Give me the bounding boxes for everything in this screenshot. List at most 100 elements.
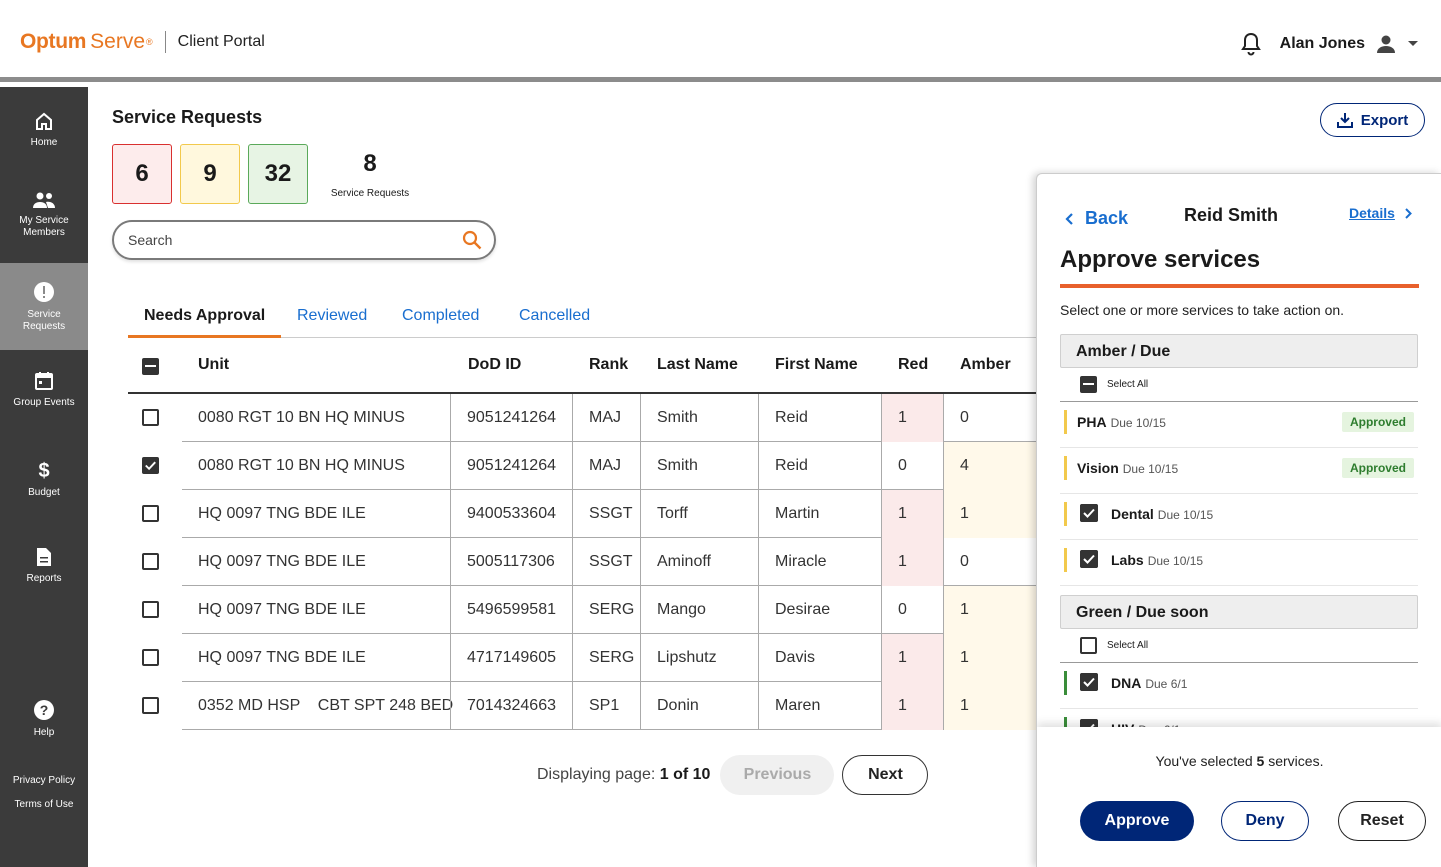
back-link[interactable]: Back — [1065, 208, 1128, 229]
col-unit[interactable]: Unit — [198, 356, 229, 374]
sidebar-item-label: My Service Members — [19, 215, 69, 238]
service-item-dna[interactable]: DNA Due 6/1 — [1060, 663, 1418, 709]
col-last-name[interactable]: Last Name — [657, 356, 738, 374]
details-label: Details — [1349, 205, 1395, 221]
terms-of-use-link[interactable]: Terms of Use — [0, 799, 88, 810]
select-all-amber[interactable]: Select All — [1060, 374, 1418, 402]
sidebar-item-group-events[interactable]: Group Events — [0, 371, 88, 419]
table-row[interactable]: HQ 0097 TNG BDE ILE 5005117306 SSGT Aminoff… — [182, 538, 1038, 586]
select-all-green[interactable]: Select All — [1060, 635, 1418, 663]
select-all-green-checkbox[interactable] — [1080, 637, 1097, 654]
table-row[interactable]: HQ 0097 TNG BDE ILE 5496599581 SERG Mango De… — [182, 586, 1038, 634]
page-title: Service Requests — [112, 107, 263, 127]
green-count-card[interactable]: 32 — [248, 144, 308, 204]
service-item-dental[interactable]: Dental Due 10/15 — [1060, 494, 1418, 540]
cell-unit: HQ 0097 TNG BDE ILE — [198, 649, 366, 666]
dental-checkbox[interactable] — [1080, 504, 1098, 522]
next-button[interactable]: Next — [842, 755, 929, 795]
red-count-card[interactable]: 6 — [112, 144, 172, 204]
approved-badge: Approved — [1341, 458, 1414, 478]
search-input[interactable] — [128, 232, 462, 248]
col-rank[interactable]: Rank — [589, 356, 628, 374]
row-checkbox[interactable] — [142, 409, 159, 426]
export-button[interactable]: Export — [1320, 103, 1425, 137]
total-requests-label: Service Requests — [330, 188, 410, 199]
table-row[interactable]: HQ 0097 TNG BDE ILE 9400533604 SSGT Torff Ma… — [182, 490, 1038, 538]
sidebar-item-reports[interactable]: Reports — [0, 547, 88, 595]
cell-first: Maren — [758, 682, 881, 730]
cell-unit: HQ 0097 TNG BDE ILE — [198, 505, 366, 522]
approved-badge: Approved — [1341, 412, 1414, 432]
deny-button[interactable]: Deny — [1221, 801, 1309, 841]
select-all-checkbox[interactable] — [142, 358, 159, 375]
cell-last: Smith — [640, 442, 758, 490]
labs-checkbox[interactable] — [1080, 550, 1098, 568]
sidebar-item-help[interactable]: ? Help — [0, 699, 88, 747]
row-checkbox[interactable] — [142, 649, 159, 666]
tab-needs-approval[interactable]: Needs Approval — [128, 305, 282, 338]
help-icon: ? — [34, 700, 54, 720]
cell-dod: 9051241264 — [450, 442, 572, 490]
cell-red: 0 — [881, 586, 943, 634]
service-name: DNA Due 6/1 — [1111, 675, 1188, 691]
brand-serve: Serve — [90, 30, 146, 53]
cell-amber: 1 — [943, 634, 1038, 682]
reset-button[interactable]: Reset — [1338, 801, 1426, 841]
col-dod-id[interactable]: DoD ID — [468, 356, 521, 374]
cell-unit: 0352 MD HSP CBT SPT 248 BED — [198, 697, 454, 714]
row-checkbox[interactable] — [142, 601, 159, 618]
panel-title: Approve services — [1060, 246, 1419, 288]
amber-indicator — [1064, 456, 1067, 480]
select-all-amber-checkbox[interactable] — [1080, 376, 1097, 393]
table-row[interactable]: 0080 RGT 10 BN HQ MINUS 9051241264 MAJ Smit… — [182, 394, 1038, 442]
cell-rank: SERG — [572, 634, 640, 682]
amber-count-card[interactable]: 9 — [180, 144, 240, 204]
col-first-name[interactable]: First Name — [775, 356, 858, 374]
col-amber[interactable]: Amber — [960, 356, 1011, 374]
user-name[interactable]: Alan Jones — [1280, 35, 1365, 53]
row-checkbox[interactable] — [142, 697, 159, 714]
search-icon[interactable] — [462, 230, 482, 250]
row-checkbox[interactable] — [142, 457, 159, 474]
user-area: Alan Jones — [1240, 32, 1419, 56]
details-link[interactable]: Details — [1349, 205, 1412, 221]
cell-rank: SP1 — [572, 682, 640, 730]
service-due: Due 10/15 — [1122, 462, 1179, 476]
cell-last: Smith — [640, 394, 758, 442]
privacy-policy-link[interactable]: Privacy Policy — [0, 775, 88, 786]
approve-button[interactable]: Approve — [1080, 801, 1194, 841]
cell-dod: 9400533604 — [450, 490, 572, 538]
sidebar-item-label: Group Events — [13, 397, 75, 408]
sidebar-item-service-requests[interactable]: Service Requests — [0, 263, 88, 350]
user-avatar-icon[interactable] — [1375, 33, 1397, 55]
cell-rank: SSGT — [572, 538, 640, 586]
table-row[interactable]: 0352 MD HSP CBT SPT 248 BED 7014324663 SP1… — [182, 682, 1038, 730]
tab-cancelled[interactable]: Cancelled — [503, 305, 606, 338]
cell-rank: MAJ — [572, 394, 640, 442]
table-row[interactable]: HQ 0097 TNG BDE ILE 4717149605 SERG Lipshut… — [182, 634, 1038, 682]
col-red[interactable]: Red — [898, 356, 928, 374]
cell-dod: 7014324663 — [450, 682, 572, 730]
sidebar-item-budget[interactable]: $ Budget — [0, 459, 88, 507]
service-item-pha[interactable]: PHA Due 10/15 Approved — [1060, 402, 1418, 448]
table-row[interactable]: 0080 RGT 10 BN HQ MINUS 9051241264 MAJ Smit… — [182, 442, 1038, 490]
table-header: Unit DoD ID Rank Last Name First Name Re… — [128, 338, 1038, 394]
bell-icon[interactable] — [1240, 32, 1262, 56]
row-checkbox[interactable] — [142, 553, 159, 570]
service-due: Due 10/15 — [1110, 416, 1166, 430]
row-checkbox[interactable] — [142, 505, 159, 522]
brand-logo[interactable]: Optum Serve ® Client Portal — [20, 30, 265, 54]
cell-first: Miracle — [758, 538, 881, 586]
sidebar-item-service-members[interactable]: My Service Members — [0, 191, 88, 255]
tab-reviewed[interactable]: Reviewed — [281, 305, 383, 338]
previous-button[interactable]: Previous — [720, 755, 835, 795]
select-all-label: Select All — [1107, 640, 1149, 651]
dna-checkbox[interactable] — [1080, 673, 1098, 691]
sidebar-nav: Home My Service Members Service Requests… — [0, 87, 88, 867]
service-item-vision[interactable]: Vision Due 10/15 Approved — [1060, 448, 1418, 494]
cell-unit: 0080 RGT 10 BN HQ MINUS — [198, 409, 405, 426]
chevron-down-icon[interactable] — [1407, 40, 1419, 48]
service-item-labs[interactable]: Labs Due 10/15 — [1060, 540, 1418, 586]
tab-completed[interactable]: Completed — [386, 305, 495, 338]
sidebar-item-home[interactable]: Home — [0, 111, 88, 171]
